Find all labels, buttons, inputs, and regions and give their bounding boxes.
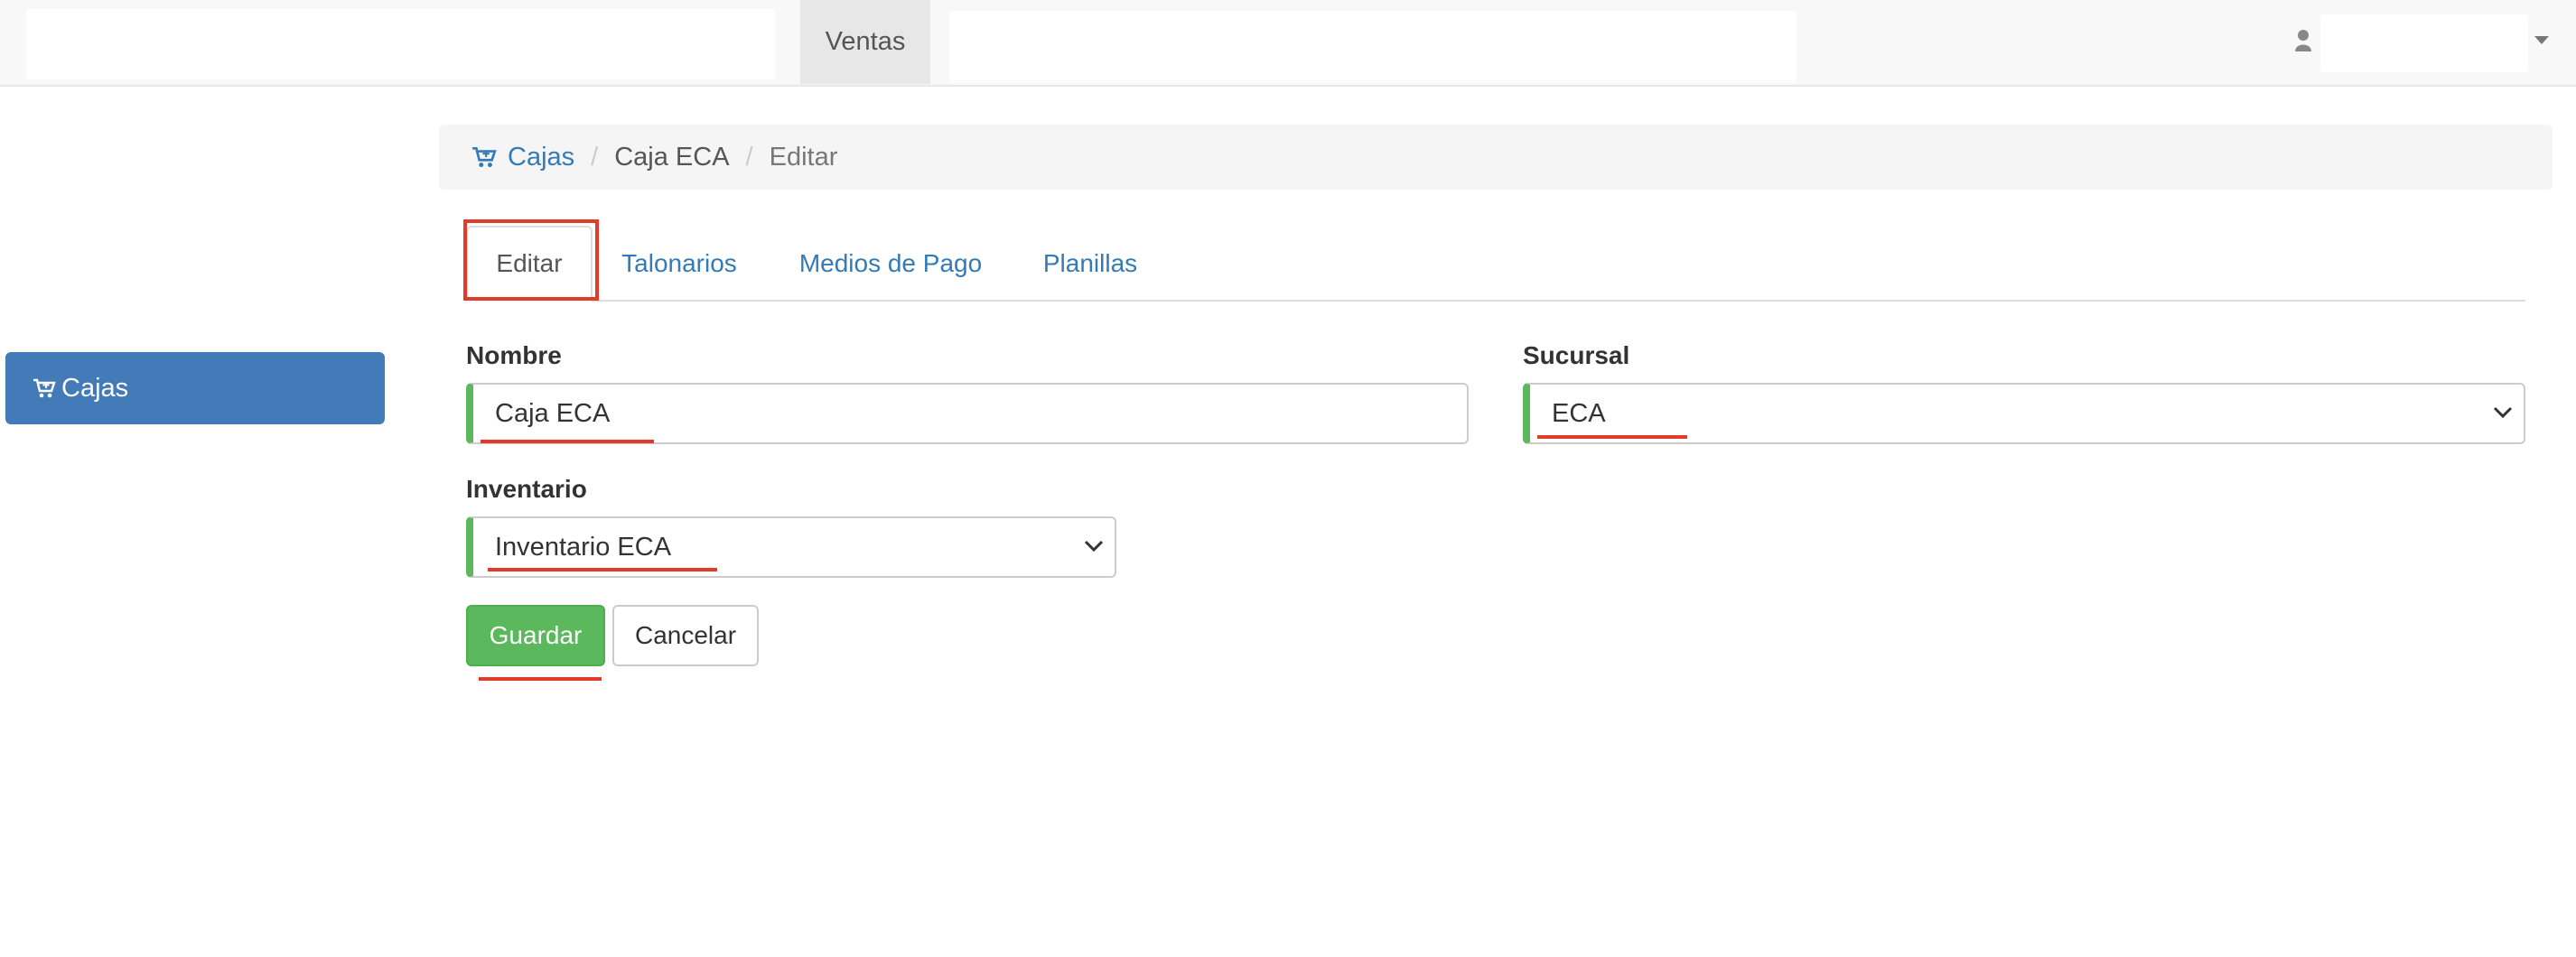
inventario-label: Inventario [466, 475, 587, 503]
nombre-input[interactable]: Caja ECA [466, 383, 1469, 444]
chevron-down-icon [2493, 406, 2513, 419]
nombre-label: Nombre [466, 341, 562, 369]
user-menu[interactable] [2320, 14, 2528, 72]
caret-down-icon[interactable] [2534, 36, 2549, 44]
breadcrumb-link-cajas[interactable]: Cajas [471, 143, 574, 172]
annotation-underline [1537, 435, 1687, 439]
annotation-underline [488, 568, 717, 571]
tab-planillas[interactable]: Planillas [1030, 226, 1151, 302]
sidebar-item-label: Cajas [61, 373, 129, 403]
inventario-value: Inventario ECA [495, 532, 672, 562]
tabs-divider [466, 300, 2525, 302]
breadcrumb-separator: / [745, 142, 753, 172]
breadcrumb-item-caja: Caja ECA [614, 142, 730, 172]
cart-icon [33, 378, 56, 398]
breadcrumb-label: Cajas [508, 142, 575, 172]
tab-talonarios[interactable]: Talonarios [607, 226, 751, 302]
cart-icon [472, 146, 497, 168]
chevron-down-icon [1084, 540, 1104, 553]
sucursal-value: ECA [1552, 398, 1606, 428]
breadcrumb-separator: / [591, 142, 599, 172]
sidebar-item-cajas[interactable]: Cajas [5, 352, 385, 424]
cancel-button[interactable]: Cancelar [612, 605, 759, 666]
sucursal-label: Sucursal [1523, 341, 1630, 369]
top-navbar: Ventas [0, 0, 2576, 87]
save-button[interactable]: Guardar [466, 605, 605, 666]
breadcrumb: Cajas / Caja ECA / Editar [439, 125, 2553, 190]
nombre-value: Caja ECA [495, 398, 611, 428]
annotation-underline [481, 440, 654, 443]
user-icon[interactable] [2294, 29, 2312, 52]
navbar-brand-area [26, 9, 775, 79]
breadcrumb-item-current: Editar [769, 142, 838, 172]
tab-editar[interactable]: Editar [466, 226, 593, 302]
nav-tab-ventas[interactable]: Ventas [800, 0, 930, 84]
annotation-underline [479, 677, 602, 681]
tab-medios-de-pago[interactable]: Medios de Pago [782, 226, 999, 302]
navbar-menu-area [949, 11, 1797, 83]
